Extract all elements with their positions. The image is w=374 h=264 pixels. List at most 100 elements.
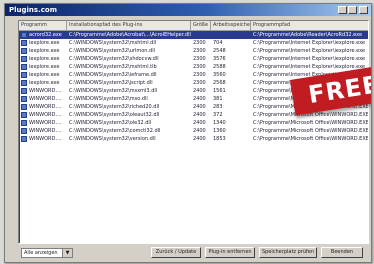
- file-icon: [21, 56, 27, 62]
- cell-path: C:\WINDOWS\system32\mso.dll: [69, 96, 148, 102]
- file-icon: [21, 40, 27, 46]
- cell-mem: 1853: [213, 136, 226, 142]
- cell-path: C:\WINDOWS\system32\ieframe.dll: [69, 72, 157, 78]
- cell-mem: 1360: [213, 128, 226, 134]
- chevron-down-icon[interactable]: ▼: [62, 249, 72, 257]
- cell-size: 2400: [193, 120, 206, 126]
- column-header-program-path[interactable]: Programmpfad: [251, 21, 368, 30]
- table-row[interactable]: iexplore.exe C:\WINDOWS\system32\mshtml.d…: [19, 39, 368, 47]
- table-row[interactable]: iexplore.exe C:\WINDOWS\system32\urlmon.d…: [19, 47, 368, 55]
- column-header-path[interactable]: Installationspfad des Plug-ins: [67, 21, 191, 30]
- cell-path: C:\WINDOWS\system32\version.dll: [69, 136, 156, 142]
- cell-path: C:\WINDOWS\system32\oleaut32.dll: [69, 112, 160, 118]
- cell-mem: 372: [213, 112, 223, 118]
- cell-program: C:\Programme\Internet Explorer\iexplore.…: [253, 40, 365, 46]
- table-row[interactable]: acrord32.exe C:\Programme\Adobe\Acrobat\.…: [19, 31, 368, 39]
- column-header-memory[interactable]: Arbeitsspeicher: [211, 21, 251, 30]
- cell-size: 2300: [193, 72, 206, 78]
- cell-mem: 2548: [213, 48, 226, 54]
- table-row[interactable]: WINWORD.... C:\WINDOWS\system32\ole32.dll…: [19, 119, 368, 127]
- remove-plugin-button[interactable]: Plug-in entfernen: [205, 247, 255, 258]
- cell-size: 2300: [193, 48, 206, 54]
- cell-size: 2400: [193, 96, 206, 102]
- filter-dropdown[interactable]: Alle anzeigen ▼: [21, 248, 73, 258]
- cell-size: 2400: [193, 136, 206, 142]
- close-button[interactable]: [359, 6, 368, 14]
- cell-mem: 1340: [213, 120, 226, 126]
- file-icon: [21, 32, 27, 38]
- cell-program: C:\Programme\Internet Explorer\iexplore.…: [253, 56, 365, 62]
- list-header: Programm Installationspfad des Plug-ins …: [19, 21, 368, 31]
- cell-name: WINWORD....: [29, 88, 62, 94]
- file-icon: [21, 88, 27, 94]
- cell-mem: 1561: [213, 88, 226, 94]
- file-icon: [21, 136, 27, 142]
- badge-text: FREE: [306, 70, 372, 110]
- cell-program: C:\Programme\Microsoft Office\WINWORD.EX…: [253, 136, 368, 142]
- cell-size: [193, 31, 211, 39]
- cell-name: WINWORD....: [29, 120, 62, 126]
- table-row[interactable]: iexplore.exe C:\WINDOWS\system32\shdocvw.…: [19, 55, 368, 63]
- cell-size: 2300: [193, 40, 206, 46]
- cell-path: C:\WINDOWS\system32\riched20.dll: [69, 104, 160, 110]
- title-bar[interactable]: Plugins.com: [5, 4, 371, 16]
- cell-path: C:\WINDOWS\system32\shdocvw.dll: [69, 56, 159, 62]
- cell-name: WINWORD....: [29, 96, 62, 102]
- cell-mem: 2588: [213, 64, 226, 70]
- back-update-button[interactable]: Zurück / Update: [151, 247, 201, 258]
- cell-path: C:\WINDOWS\system32\comctl32.dll: [69, 128, 161, 134]
- table-row[interactable]: WINWORD.... C:\WINDOWS\system32\comctl32.…: [19, 127, 368, 135]
- cell-path: C:\WINDOWS\system32\ole32.dll: [69, 120, 152, 126]
- cell-mem: 283: [213, 104, 223, 110]
- cell-name: iexplore.exe: [29, 48, 60, 54]
- cell-program: C:\Programme\Microsoft Office\WINWORD.EX…: [253, 120, 368, 126]
- cell-size: 2300: [193, 80, 206, 86]
- app-window: Plugins.com Programm Installationspfad d…: [4, 3, 372, 263]
- minimize-button[interactable]: [338, 6, 347, 14]
- plugin-list[interactable]: Programm Installationspfad des Plug-ins …: [18, 20, 369, 244]
- filter-value: Alle anzeigen: [24, 250, 58, 256]
- cell-mem: 3576: [213, 56, 226, 62]
- file-icon: [21, 80, 27, 86]
- file-icon: [21, 48, 27, 54]
- bottom-toolbar: Alle anzeigen ▼ Zurück / Update Plug-in …: [5, 244, 371, 262]
- cell-name: WINWORD....: [29, 104, 62, 110]
- column-header-size[interactable]: Größe: [191, 21, 211, 30]
- exit-button[interactable]: Beenden: [321, 247, 363, 258]
- column-header-program[interactable]: Programm: [19, 21, 67, 30]
- window-title: Plugins.com: [9, 6, 57, 14]
- cell-mem: [213, 31, 249, 39]
- cell-name: WINWORD....: [29, 136, 62, 142]
- file-icon: [21, 128, 27, 134]
- cell-mem: 704: [213, 40, 223, 46]
- cell-size: 2400: [193, 128, 206, 134]
- cell-path: C:\WINDOWS\system32\urlmon.dll: [69, 48, 155, 54]
- cell-program: C:\Programme\Adobe\Reader\AcroRd32.exe: [253, 32, 363, 38]
- cell-path: C:\WINDOWS\system32\msxml3.dll: [69, 88, 158, 94]
- file-icon: [21, 104, 27, 110]
- cell-mem: 2568: [213, 80, 226, 86]
- table-row[interactable]: WINWORD.... C:\WINDOWS\system32\version.d…: [19, 135, 368, 143]
- cell-mem: 3560: [213, 72, 226, 78]
- cell-size: 2300: [193, 64, 206, 70]
- file-icon: [21, 96, 27, 102]
- cell-program: C:\Programme\Internet Explorer\iexplore.…: [253, 48, 365, 54]
- file-icon: [21, 120, 27, 126]
- file-icon: [21, 64, 27, 70]
- cell-size: 2400: [193, 88, 206, 94]
- cell-name: iexplore.exe: [29, 72, 60, 78]
- cell-name: iexplore.exe: [29, 56, 60, 62]
- check-space-button[interactable]: Speicherplatz prüfen: [259, 247, 317, 258]
- cell-name: iexplore.exe: [29, 40, 60, 46]
- maximize-button[interactable]: [348, 6, 357, 14]
- file-icon: [21, 112, 27, 118]
- cell-name: acrord32.exe: [29, 32, 62, 38]
- cell-size: 2400: [193, 104, 206, 110]
- cell-name: WINWORD....: [29, 112, 62, 118]
- cell-size: 2300: [193, 56, 206, 62]
- file-icon: [21, 72, 27, 78]
- table-row[interactable]: iexplore.exe C:\WINDOWS\system32\mshtml.t…: [19, 63, 368, 71]
- cell-name: WINWORD....: [29, 128, 62, 134]
- cell-size: 2400: [193, 112, 206, 118]
- cell-program: C:\Programme\Microsoft Office\WINWORD.EX…: [253, 128, 368, 134]
